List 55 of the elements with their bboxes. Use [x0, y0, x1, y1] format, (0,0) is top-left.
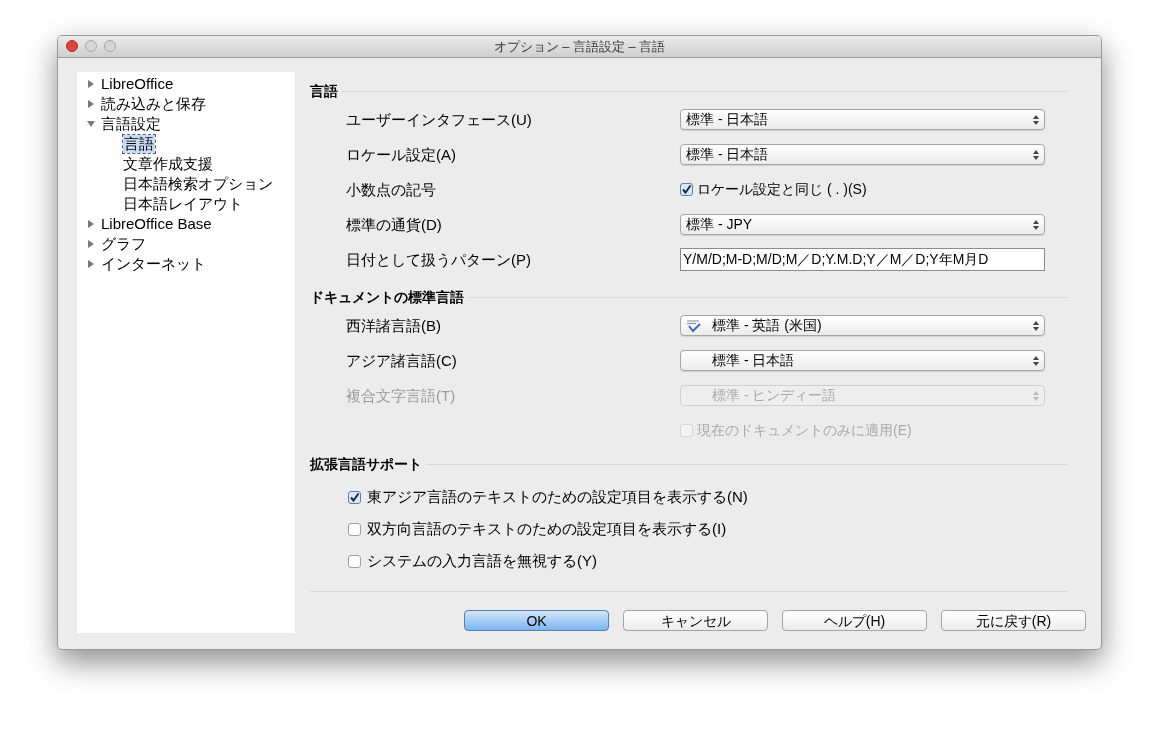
tree-item[interactable]: 言語: [123, 135, 155, 153]
expand-arrow-icon[interactable]: [87, 260, 95, 268]
stepper-icon: [1033, 320, 1039, 331]
tree-item[interactable]: 日本語レイアウト: [123, 195, 243, 213]
checkbox[interactable]: [348, 554, 361, 568]
section-title: 言語: [310, 82, 338, 101]
tree-item[interactable]: 日本語検索オプション: [123, 175, 273, 193]
dialog-button[interactable]: ヘルプ(H): [782, 610, 927, 631]
expand-arrow-icon[interactable]: [87, 100, 95, 108]
field-label: 複合文字言語(T): [346, 386, 456, 404]
input-field[interactable]: Y/M/D;M-D;M/D;M／D;Y.M.D;Y／M／D;Y年M月D: [680, 248, 1045, 271]
dialog-button[interactable]: OK: [464, 610, 609, 631]
field-label: 西洋諸言語(B): [346, 316, 441, 334]
checkbox-label: ロケール設定と同じ ( . )(S): [697, 180, 867, 199]
field-label: 標準の通貨(D): [346, 215, 442, 233]
stepper-icon: [1033, 219, 1039, 230]
tree-item[interactable]: 読み込みと保存: [101, 95, 206, 113]
dropdown[interactable]: 標準 - 日本語: [680, 144, 1045, 165]
checkbox[interactable]: [348, 490, 361, 504]
stepper-icon: [1033, 390, 1039, 401]
section-title: ドキュメントの標準言語: [310, 288, 464, 307]
expand-arrow-icon[interactable]: [87, 240, 95, 248]
stepper-icon: [1033, 355, 1039, 366]
tree-item[interactable]: LibreOffice: [101, 75, 174, 93]
stepper-icon: [1033, 114, 1039, 125]
tree-item[interactable]: 言語設定: [101, 115, 161, 133]
field-label: ユーザーインタフェース(U): [346, 110, 532, 128]
close-button[interactable]: [66, 40, 78, 52]
checkbox[interactable]: [680, 183, 693, 196]
field-label: 日付として扱うパターン(P): [346, 250, 531, 268]
checkbox-label: 双方向言語のテキストのための設定項目を表示する(I): [367, 518, 727, 539]
dropdown[interactable]: 標準 - 日本語: [680, 350, 1045, 371]
field-label: 小数点の記号: [346, 180, 436, 198]
checkbox[interactable]: [348, 522, 361, 536]
expand-arrow-icon[interactable]: [87, 220, 95, 228]
dropdown[interactable]: 標準 - 英語 (米国): [680, 315, 1045, 336]
dialog-button[interactable]: 元に戻す(R): [941, 610, 1086, 631]
dialog-button[interactable]: キャンセル: [623, 610, 768, 631]
expand-arrow-icon[interactable]: [87, 80, 95, 88]
stepper-icon: [1033, 149, 1039, 160]
dropdown[interactable]: 標準 - JPY: [680, 214, 1045, 235]
tree-item[interactable]: グラフ: [101, 235, 146, 253]
field-label: アジア諸言語(C): [346, 351, 457, 369]
window-title: オプション – 言語設定 – 言語: [493, 37, 666, 56]
tree-item[interactable]: インターネット: [101, 255, 206, 273]
checkbox-label: 東アジア言語のテキストのための設定項目を表示する(N): [367, 486, 748, 507]
checkbox-label: 現在のドキュメントのみに適用(E): [697, 421, 912, 440]
spellcheck-icon: [686, 318, 702, 333]
section-title: 拡張言語サポート: [310, 455, 422, 474]
tree-item[interactable]: 文章作成支援: [123, 155, 213, 173]
tree-item[interactable]: LibreOffice Base: [101, 215, 212, 233]
dropdown[interactable]: 標準 - 日本語: [680, 109, 1045, 130]
field-label: ロケール設定(A): [346, 145, 456, 163]
checkbox-label: システムの入力言語を無視する(Y): [367, 550, 597, 571]
collapse-arrow-icon[interactable]: [87, 120, 95, 128]
